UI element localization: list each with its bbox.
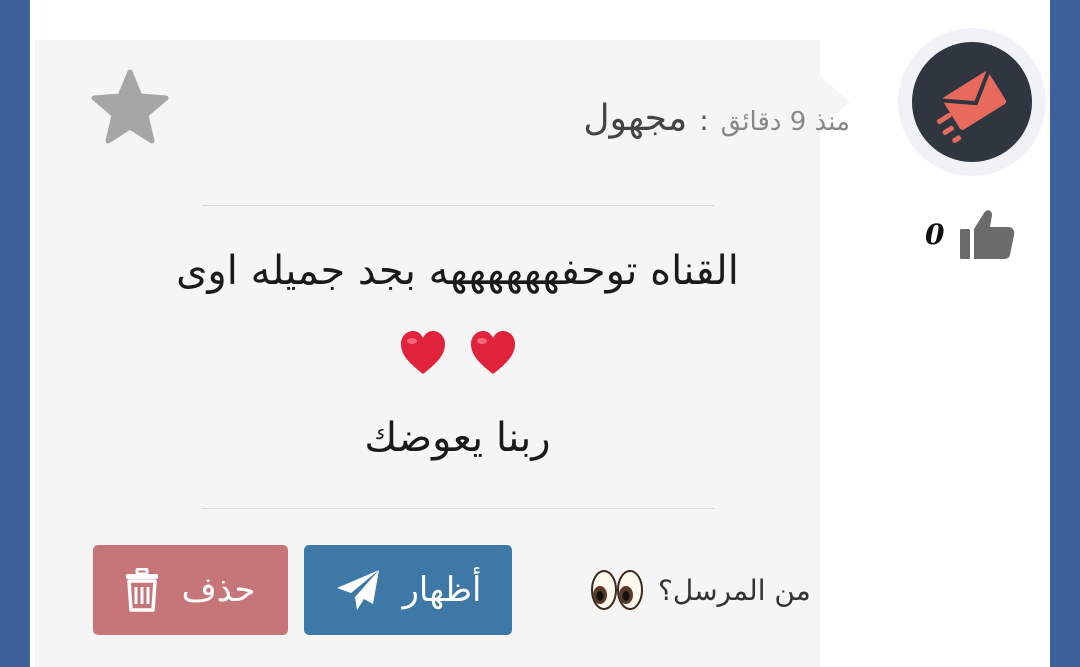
eyes-icon [591,570,643,610]
header-separator: : [699,104,709,137]
message-text-line: القناه توحفههههههه بجد جميله اوى [176,248,739,294]
message-hearts [65,330,850,380]
timestamp: منذ 9 دقائق [720,107,850,137]
avatar [912,42,1032,162]
star-icon[interactable] [90,68,170,148]
who-sent-prompt: من المرسل؟ [590,568,811,612]
divider-top [202,205,714,206]
thumbs-up-icon[interactable] [958,207,1016,261]
divider-bottom [202,508,714,509]
show-button-label: أظهار [402,570,482,610]
trash-icon [126,568,159,612]
heart-icon [400,331,445,374]
envelope-icon [936,71,1007,143]
paper-plane-icon [336,570,379,610]
sender-name: مجهول [583,98,688,139]
heart-icon [470,331,515,374]
likes-count: 0 [925,217,945,251]
delete-button[interactable]: حذف [93,545,288,635]
like-control: 0 [925,207,1016,261]
message-header: مجهول : منذ 9 دقائق [583,98,850,139]
delete-button-label: حذف [181,570,256,610]
message-text-line: ربنا يعوضك [364,415,551,461]
show-sender-button[interactable]: أظهار [304,545,512,635]
who-sent-label: من المرسل؟ [658,573,811,607]
